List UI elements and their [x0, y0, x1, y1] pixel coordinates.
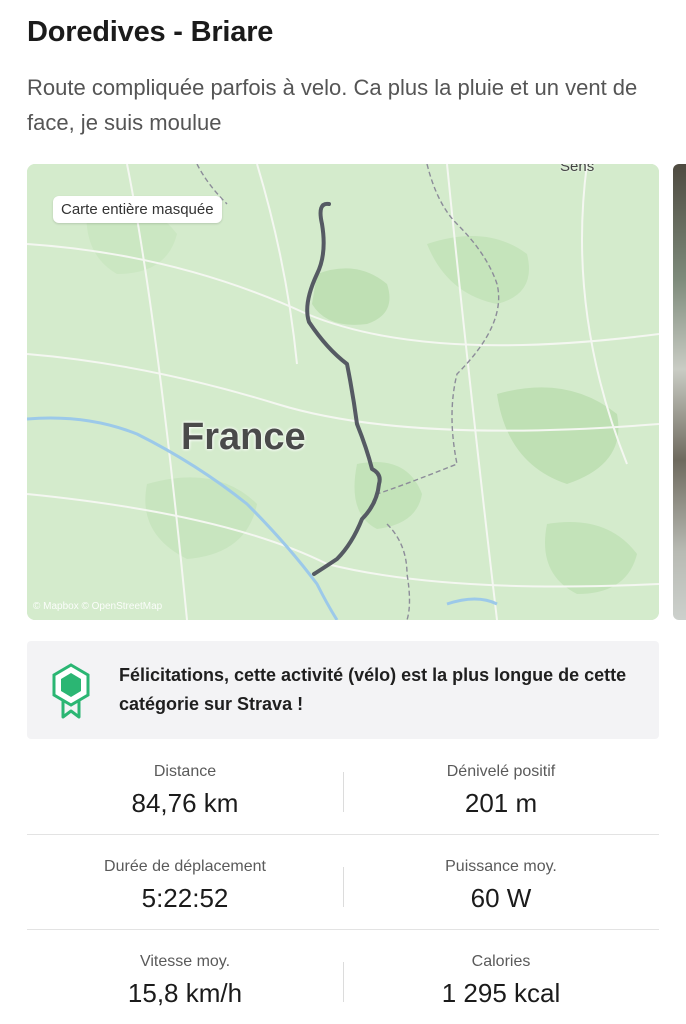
stat-avg-speed: Vitesse moy. 15,8 km/h [27, 952, 343, 1008]
stat-value: 1 295 kcal [441, 978, 561, 1008]
map-attribution[interactable]: © Mapbox © OpenStreetMap [33, 601, 162, 612]
stat-value: 84,76 km [131, 788, 239, 818]
achievement-text: Félicitations, cette activité (vélo) est… [119, 665, 627, 714]
stat-label: Vitesse moy. [139, 953, 231, 970]
stats-row: Durée de déplacement 5:22:52 Puissance m… [27, 835, 659, 930]
stat-value: 201 m [464, 788, 538, 818]
activity-title: Doredives - Briare [27, 16, 274, 48]
activity-description: Route compliquée parfois à velo. Ca plus… [27, 75, 638, 135]
stat-label: Dénivelé positif [446, 763, 556, 780]
stat-value: 60 W [470, 883, 532, 913]
stat-label: Calories [471, 953, 531, 970]
stats-row: Distance 84,76 km Dénivelé positif 201 m [27, 740, 659, 835]
stat-label: Distance [153, 763, 217, 780]
country-label: France [181, 416, 306, 458]
stat-value: 5:22:52 [141, 883, 229, 913]
stat-label: Durée de déplacement [104, 858, 266, 875]
medal-icon [51, 663, 91, 724]
activity-photo-thumbnail[interactable] [673, 164, 686, 620]
stat-avg-power: Puissance moy. 60 W [343, 857, 659, 913]
stat-label: Puissance moy. [445, 858, 557, 875]
stat-calories: Calories 1 295 kcal [343, 952, 659, 1008]
city-label: Sens [560, 164, 595, 175]
stats-row: Vitesse moy. 15,8 km/h Calories 1 295 kc… [27, 930, 659, 1024]
hidden-map-badge: Carte entière masquée [53, 196, 222, 223]
stat-moving-time: Durée de déplacement 5:22:52 [27, 857, 343, 913]
stat-elevation-gain: Dénivelé positif 201 m [343, 762, 659, 818]
stats-grid: Distance 84,76 km Dénivelé positif 201 m… [27, 740, 659, 1024]
achievement-banner: Félicitations, cette activité (vélo) est… [27, 641, 659, 739]
stat-value: 15,8 km/h [127, 978, 243, 1008]
stat-distance: Distance 84,76 km [27, 762, 343, 818]
route-map[interactable]: Carte entière masquée Sens France © Mapb… [27, 164, 659, 620]
map-canvas [27, 164, 659, 620]
